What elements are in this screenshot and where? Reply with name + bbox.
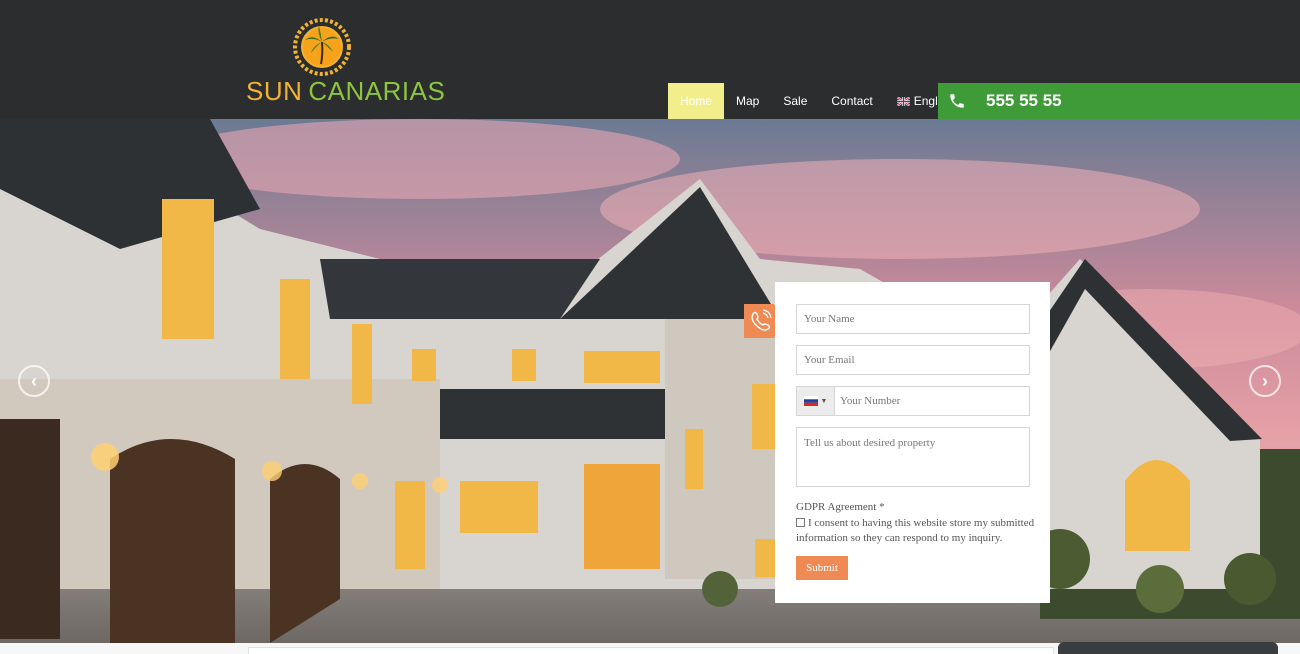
nav-sale-label: Sale bbox=[783, 94, 808, 108]
gdpr-title: GDPR Agreement * bbox=[796, 501, 885, 513]
hero-house-image bbox=[0, 119, 1300, 643]
nav-item-sale[interactable]: Sale bbox=[771, 83, 819, 119]
chevron-right-icon: › bbox=[1262, 371, 1268, 391]
country-code-dropdown[interactable]: ▼ bbox=[797, 387, 835, 415]
gdpr-checkbox[interactable] bbox=[796, 518, 805, 527]
nav-home-label: Home bbox=[680, 94, 713, 108]
submit-label: Submit bbox=[806, 562, 838, 574]
chat-widget-tab[interactable] bbox=[1058, 642, 1278, 654]
phone-number: 555 55 55 bbox=[986, 91, 1062, 110]
site-header: SUN CANARIAS Home Map Sale Contact Englis… bbox=[0, 0, 1300, 119]
phone-bar[interactable]: 555 55 55 bbox=[938, 83, 1300, 119]
nav-item-home[interactable]: Home bbox=[668, 83, 725, 119]
main-nav: Home Map Sale Contact English bbox=[668, 83, 965, 119]
name-input[interactable]: Your Name bbox=[796, 304, 1030, 334]
phone-number-input[interactable]: ▼ Your Number bbox=[796, 386, 1030, 416]
chevron-left-icon: ‹ bbox=[31, 371, 37, 391]
message-textarea[interactable]: Tell us about desired property bbox=[796, 427, 1030, 487]
logo-wordmark: SUN CANARIAS bbox=[246, 76, 445, 107]
submit-button[interactable]: Submit bbox=[796, 556, 848, 580]
number-placeholder: Your Number bbox=[840, 395, 901, 407]
logo-word-sun: SUN bbox=[246, 76, 303, 106]
email-input[interactable]: Your Email bbox=[796, 345, 1030, 375]
name-placeholder: Your Name bbox=[804, 313, 855, 325]
hero-slider: ‹ › bbox=[0, 119, 1300, 643]
chevron-down-icon: ▼ bbox=[820, 397, 828, 405]
slider-prev-button[interactable]: ‹ bbox=[18, 365, 50, 397]
message-placeholder: Tell us about desired property bbox=[804, 437, 936, 449]
gdpr-consent: I consent to having this website store m… bbox=[796, 516, 1036, 546]
nav-item-contact[interactable]: Contact bbox=[819, 83, 884, 119]
sun-palm-logo-icon bbox=[293, 18, 351, 76]
nav-map-label: Map bbox=[736, 94, 760, 108]
gdpr-consent-text: I consent to having this website store m… bbox=[796, 517, 1035, 544]
site-logo[interactable]: SUN CANARIAS bbox=[246, 16, 445, 108]
email-placeholder: Your Email bbox=[804, 354, 855, 366]
inquiry-form: Your Name Your Email ▼ Your Number Tell … bbox=[775, 282, 1050, 603]
russia-flag-icon bbox=[803, 396, 818, 406]
slider-next-button[interactable]: › bbox=[1249, 365, 1281, 397]
phone-icon bbox=[950, 94, 964, 108]
content-box bbox=[248, 647, 1054, 654]
logo-word-canarias: CANARIAS bbox=[308, 76, 446, 106]
uk-flag-icon bbox=[896, 96, 910, 106]
nav-contact-label: Contact bbox=[831, 94, 873, 108]
nav-item-map[interactable]: Map bbox=[724, 83, 771, 119]
